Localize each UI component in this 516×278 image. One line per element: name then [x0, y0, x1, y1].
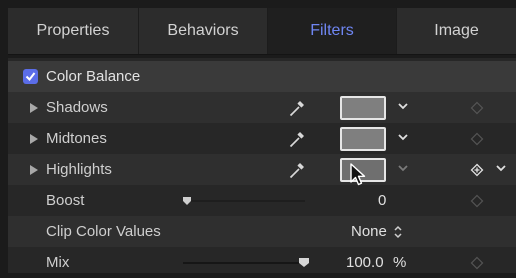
- filter-name-label: Color Balance: [46, 68, 141, 85]
- midtones-row: Midtones: [8, 123, 516, 154]
- tab-properties[interactable]: Properties: [8, 8, 139, 54]
- add-keyframe-icon[interactable]: [470, 163, 484, 177]
- boost-slider-knob[interactable]: [182, 196, 192, 206]
- mix-slider-knob[interactable]: [298, 257, 310, 268]
- disclosure-triangle-icon[interactable]: [30, 103, 38, 113]
- clip-color-values-select[interactable]: None: [351, 216, 387, 247]
- filter-enabled-checkbox[interactable]: [23, 69, 38, 84]
- mix-row: Mix 100.0 %: [8, 247, 516, 278]
- boost-value[interactable]: 0: [378, 185, 386, 216]
- tab-image[interactable]: Image: [397, 8, 516, 54]
- up-down-arrows-icon[interactable]: [393, 225, 403, 239]
- mix-slider-track[interactable]: [183, 262, 305, 264]
- chevron-down-icon[interactable]: [397, 164, 409, 172]
- boost-row: Boost 0: [8, 185, 516, 216]
- boost-slider-track[interactable]: [183, 200, 305, 202]
- clip-color-values-row: Clip Color Values None: [8, 216, 516, 247]
- shadows-row: Shadows: [8, 92, 516, 123]
- mix-label: Mix: [46, 254, 70, 271]
- keyframe-diamond-icon[interactable]: [470, 132, 484, 146]
- shadows-color-swatch[interactable]: [340, 96, 386, 120]
- midtones-label: Midtones: [46, 130, 107, 147]
- highlights-row: Highlights: [8, 154, 516, 185]
- chevron-down-icon[interactable]: [397, 133, 409, 141]
- keyframe-diamond-icon[interactable]: [470, 256, 484, 270]
- eyedropper-icon[interactable]: [288, 129, 306, 149]
- filter-header-row: Color Balance: [8, 61, 516, 92]
- filter-panel: Color Balance Shadows Midtones Highlight…: [8, 58, 516, 273]
- disclosure-triangle-icon[interactable]: [30, 134, 38, 144]
- mix-value[interactable]: 100.0: [346, 247, 384, 278]
- shadows-label: Shadows: [46, 99, 108, 116]
- clip-color-values-label: Clip Color Values: [46, 223, 161, 240]
- chevron-down-icon[interactable]: [495, 164, 507, 172]
- eyedropper-icon[interactable]: [288, 98, 306, 118]
- checkmark-icon: [25, 72, 36, 82]
- mix-unit: %: [393, 254, 407, 271]
- disclosure-triangle-icon[interactable]: [30, 165, 38, 175]
- tab-behaviors[interactable]: Behaviors: [139, 8, 268, 54]
- midtones-color-swatch[interactable]: [340, 127, 386, 151]
- keyframe-diamond-icon[interactable]: [470, 101, 484, 115]
- boost-label: Boost: [46, 192, 85, 209]
- eyedropper-icon[interactable]: [288, 160, 306, 180]
- keyframe-diamond-icon[interactable]: [470, 194, 484, 208]
- mouse-pointer-icon: [350, 163, 366, 186]
- inspector-tabs: Properties Behaviors Filters Image: [8, 8, 516, 55]
- highlights-label: Highlights: [46, 161, 112, 178]
- chevron-down-icon[interactable]: [397, 102, 409, 110]
- tab-filters[interactable]: Filters: [268, 8, 397, 54]
